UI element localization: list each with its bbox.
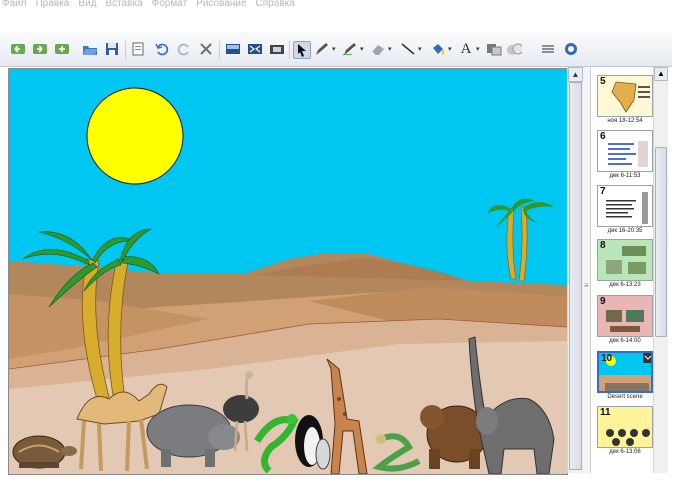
add-page-icon[interactable] <box>54 41 70 57</box>
pen-dropdown-icon[interactable]: ▾ <box>332 45 336 53</box>
scroll-up-icon[interactable]: ▲ <box>568 67 583 82</box>
desert-scene <box>9 69 567 474</box>
forward-page-icon[interactable] <box>32 41 48 57</box>
page-number: 11 <box>600 407 611 418</box>
page-caption: дек 6-14:00 <box>609 338 641 344</box>
line-icon[interactable] <box>400 41 416 57</box>
panel-splitter[interactable]: ≡ <box>583 67 590 473</box>
page-caption: ноя 18-12:54 <box>607 118 643 124</box>
back-page-icon[interactable] <box>10 41 26 57</box>
page-number: 5 <box>600 76 606 87</box>
capture-icon[interactable] <box>269 41 285 57</box>
gallery-icon[interactable] <box>506 41 522 57</box>
splitter-grip-icon: ≡ <box>584 281 589 290</box>
page-number: 9 <box>600 296 606 307</box>
eraser-dropdown-icon[interactable]: ▾ <box>388 45 392 53</box>
page-number: 7 <box>600 186 606 197</box>
menu-item[interactable]: Формат <box>152 0 188 9</box>
menu-item[interactable]: Вставка <box>105 0 142 9</box>
paste-icon[interactable] <box>130 41 146 57</box>
page-scroll-thumb[interactable] <box>655 147 667 337</box>
page-sorter-scrollbar[interactable]: ▲ <box>653 67 668 473</box>
page-thumbnail[interactable]: 6 <box>597 130 653 172</box>
save-icon[interactable] <box>104 41 120 57</box>
page-caption: дек 6-13:23 <box>609 282 641 288</box>
page-number: 6 <box>600 131 606 142</box>
page-thumbnail[interactable]: 8 <box>597 239 653 281</box>
page-number: 8 <box>600 240 606 251</box>
page-caption: Desert scene <box>607 394 643 400</box>
open-icon[interactable] <box>82 41 98 57</box>
menu-item[interactable]: Правка <box>36 0 70 9</box>
page-caption: дек 6-13:06 <box>609 449 641 455</box>
undo-icon[interactable] <box>154 41 170 57</box>
main-toolbar: ▾ ▾ ▾ ▾ ▾ A ▾ <box>0 32 672 67</box>
sun <box>86 87 184 185</box>
page-thumbnail[interactable]: 9 <box>597 295 653 337</box>
page-scroll-up-icon[interactable]: ▲ <box>654 67 668 81</box>
page-caption: дек 16-20:35 <box>607 228 643 234</box>
full-screen-icon[interactable] <box>247 41 263 57</box>
menu-bar: Файл Правка Вид Вставка Формат Рисование Справ… <box>0 0 687 30</box>
menu-item[interactable]: Файл <box>2 0 27 9</box>
page-thumbnail[interactable]: 11 <box>597 406 653 448</box>
creative-pen-dropdown-icon[interactable]: ▾ <box>360 45 364 53</box>
eraser-icon[interactable] <box>370 41 386 57</box>
page-thumbnail[interactable]: 5 <box>597 75 653 117</box>
redo-icon[interactable] <box>176 41 192 57</box>
text-icon[interactable]: A <box>458 41 474 57</box>
pen-icon[interactable] <box>314 41 330 57</box>
more-icon[interactable] <box>540 41 556 57</box>
line-dropdown-icon[interactable]: ▾ <box>418 45 422 53</box>
page-number: 10 <box>601 353 613 364</box>
scroll-thumb[interactable] <box>569 82 582 470</box>
canvas-vertical-scrollbar[interactable]: ▲ <box>567 67 583 473</box>
menu-item[interactable]: Справка <box>256 0 295 9</box>
select-arrow-icon[interactable] <box>293 41 311 59</box>
delete-icon[interactable] <box>198 41 214 57</box>
fill-icon[interactable] <box>430 41 446 57</box>
whiteboard-canvas[interactable] <box>8 68 568 475</box>
menu-item[interactable]: Вид <box>78 0 96 9</box>
help-icon[interactable] <box>563 41 579 57</box>
page-caption: дек 6-11:53 <box>609 173 641 179</box>
page-thumbnail[interactable]: 10 <box>597 351 653 393</box>
screen-shade-icon[interactable] <box>225 41 241 57</box>
text-dropdown-icon[interactable]: ▾ <box>476 45 480 53</box>
menu-item[interactable]: Рисование <box>196 0 246 9</box>
properties-icon[interactable] <box>486 41 502 57</box>
fill-dropdown-icon[interactable]: ▾ <box>448 45 452 53</box>
creative-pen-icon[interactable] <box>342 41 358 57</box>
page-thumbnail[interactable]: 7 <box>597 185 653 227</box>
